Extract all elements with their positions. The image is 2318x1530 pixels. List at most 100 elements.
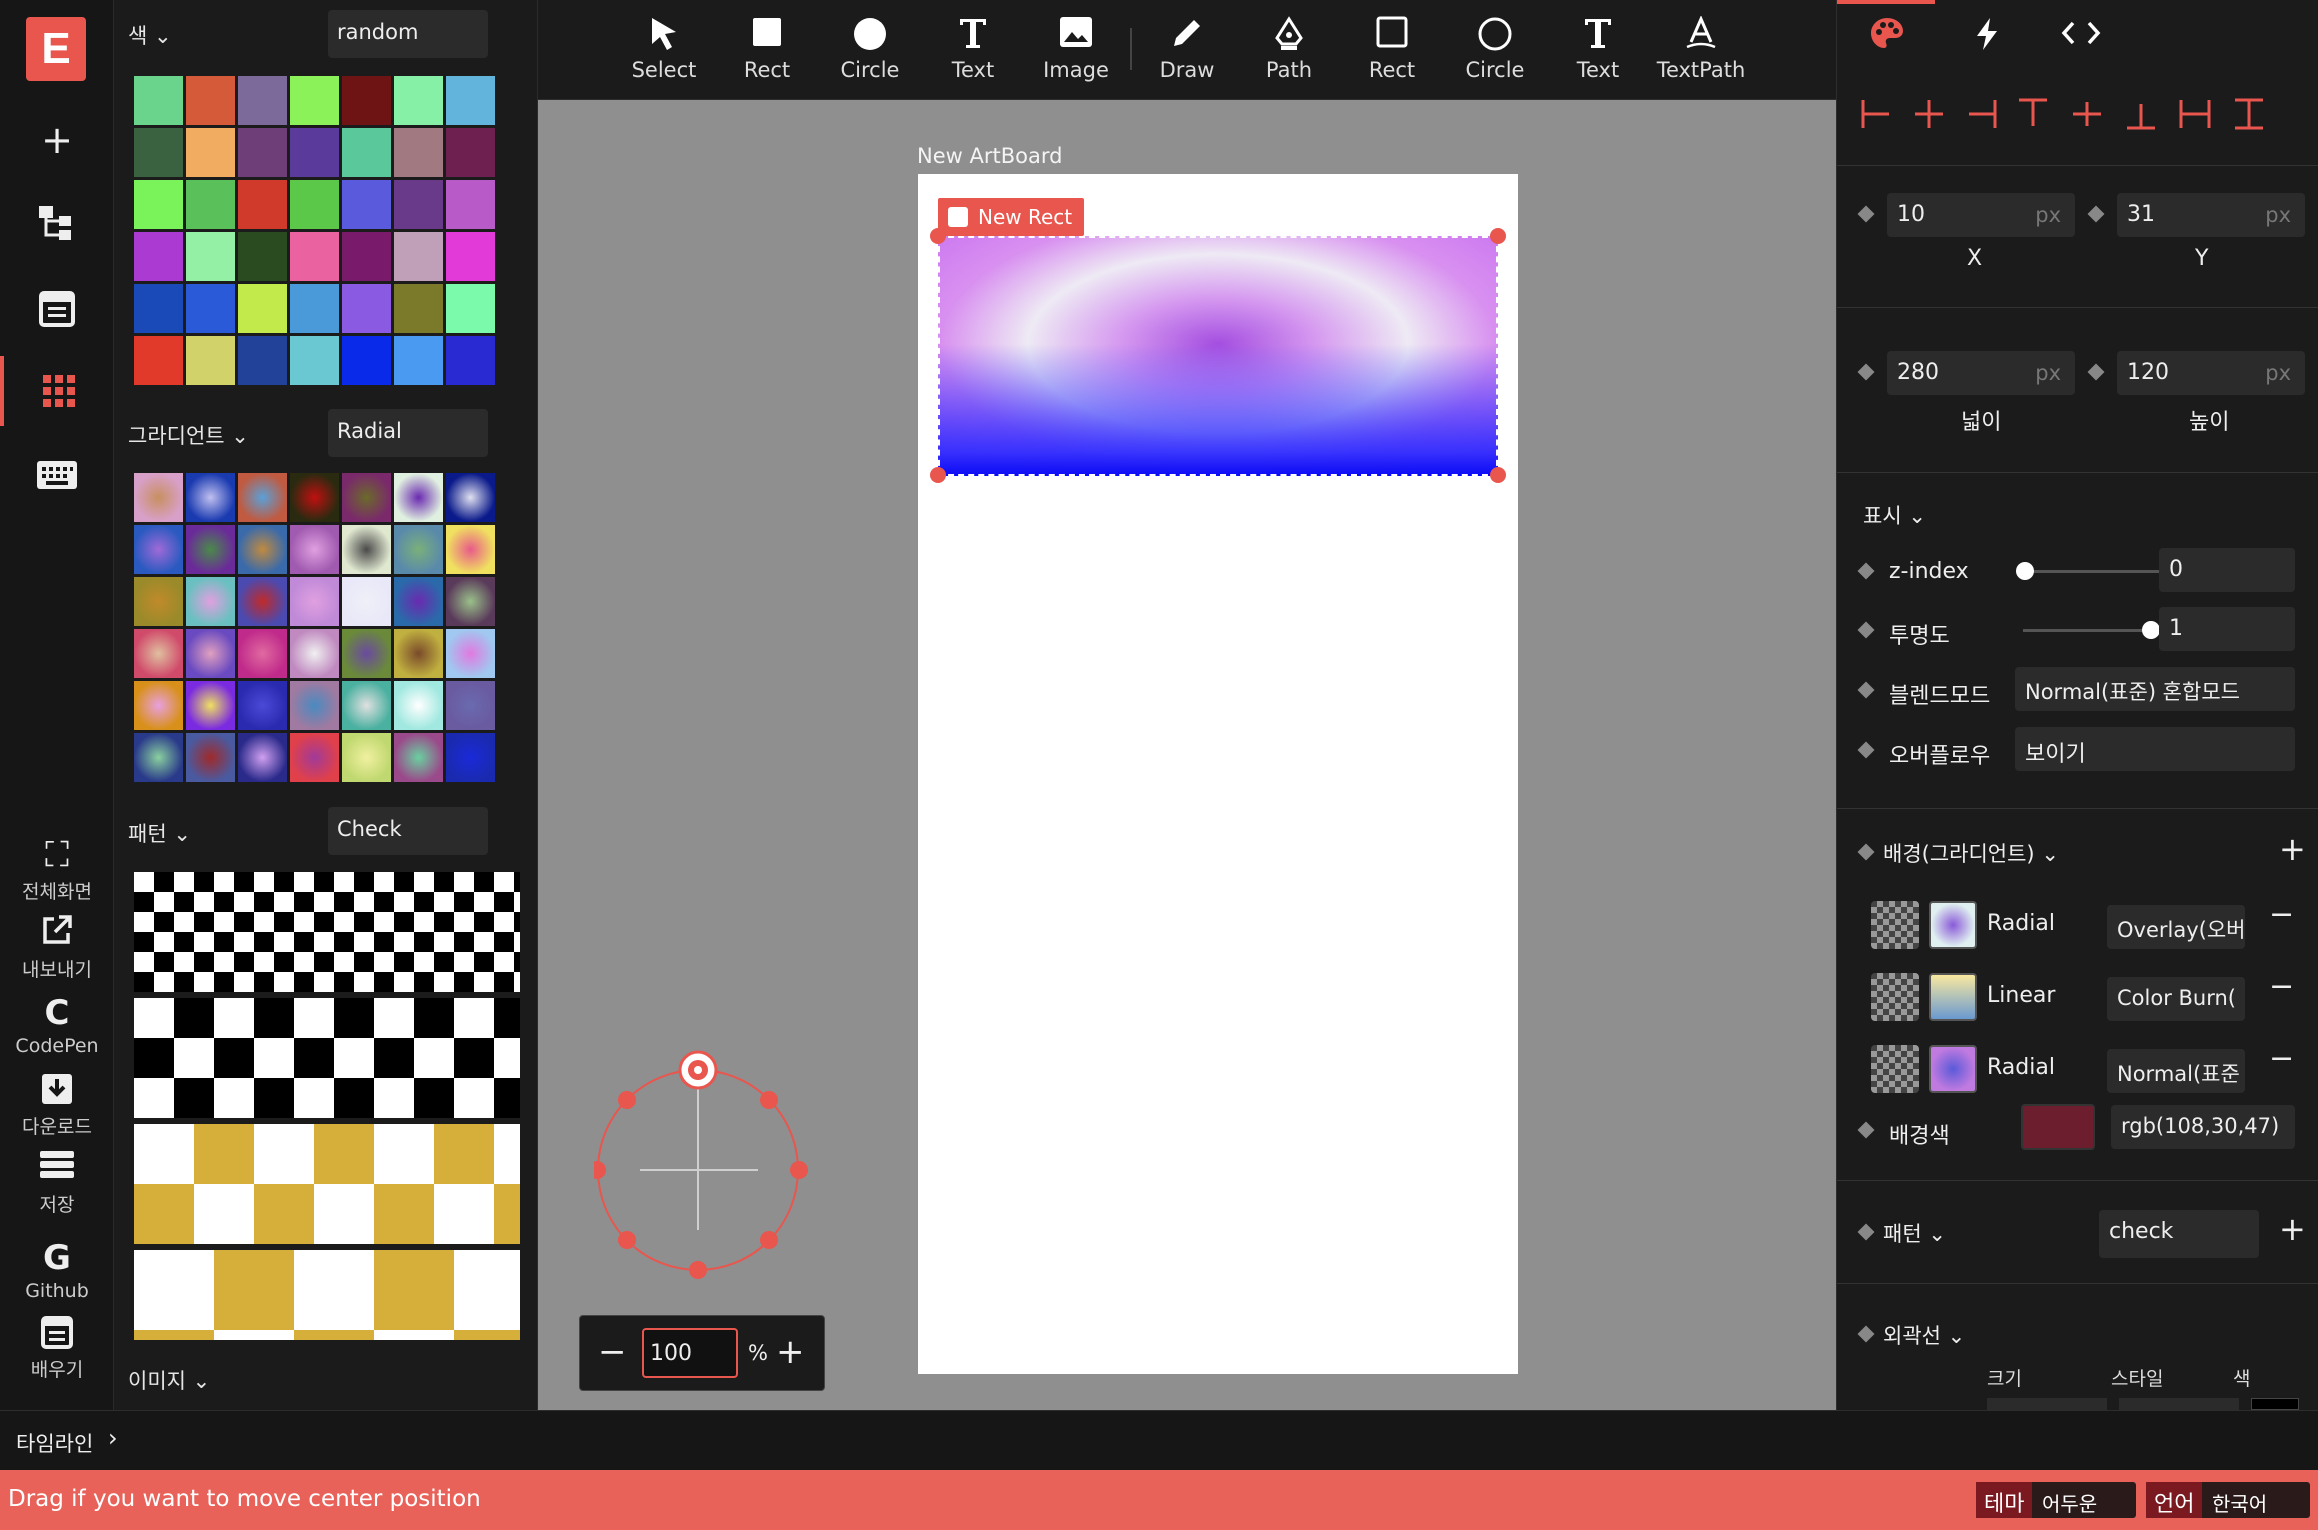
gradient-swatch[interactable] [134,629,183,678]
gradient-swatch[interactable] [446,473,495,522]
artboard-title[interactable]: New ArtBoard [917,144,1062,168]
add-icon[interactable]: + [0,105,114,175]
keyframe-diamond-icon[interactable] [1857,363,1875,381]
color-swatch[interactable] [290,336,339,385]
gradient-swatch[interactable] [342,525,391,574]
color-swatch[interactable] [238,232,287,281]
keyframe-diamond-icon[interactable] [1857,562,1875,580]
y-input[interactable]: 31 px [2117,193,2305,237]
color-swatch[interactable] [342,180,391,229]
selected-element-tag[interactable]: New Rect [938,198,1085,236]
background-color-input[interactable]: rgb(108,30,47) [2111,1105,2295,1149]
gradient-swatch[interactable] [134,473,183,522]
color-swatch[interactable] [238,180,287,229]
color-swatch[interactable] [446,284,495,333]
tool-image[interactable]: Image [1026,16,1126,82]
download-button[interactable]: 다운로드 [0,1070,114,1139]
gradient-swatch[interactable] [134,525,183,574]
gradient-swatch[interactable] [238,577,287,626]
tool-text-path[interactable]: TextPath [1651,15,1751,82]
resize-handle-top-left[interactable] [930,228,946,244]
center-position-control[interactable] [588,1040,814,1280]
keyframe-diamond-icon[interactable] [1857,205,1875,223]
tool-circle-outline[interactable]: Circle [1445,16,1545,82]
grid-library-icon[interactable] [0,356,114,426]
language-selector[interactable]: 언어 한국어 [2146,1482,2310,1518]
border-color-swatch[interactable] [2251,1398,2299,1410]
color-swatch[interactable] [342,284,391,333]
gradient-swatch[interactable] [394,681,443,730]
tool-select[interactable]: Select [614,16,714,82]
color-swatch[interactable] [186,76,235,125]
background-section-header[interactable]: 배경(그라디언트) ⌄ [1883,838,2059,868]
color-swatch[interactable] [186,336,235,385]
gradient-swatch[interactable] [446,681,495,730]
color-swatch[interactable] [134,76,183,125]
gradient-swatch[interactable] [186,525,235,574]
keyframe-diamond-icon[interactable] [2087,205,2105,223]
border-width-input[interactable] [1987,1398,2107,1410]
tool-rect-outline[interactable]: Rect [1342,16,1442,82]
color-swatch[interactable] [290,232,339,281]
layers-tree-icon[interactable] [0,188,114,258]
images-section-header[interactable]: 이미지 ⌄ [128,1365,210,1395]
gradient-swatch[interactable] [342,473,391,522]
color-swatch[interactable] [186,284,235,333]
gradient-swatch[interactable] [394,733,443,782]
resize-handle-top-right[interactable] [1490,228,1506,244]
tool-text[interactable]: Text [923,16,1023,82]
border-style-select[interactable] [2119,1398,2239,1410]
github-button[interactable]: G Github [0,1238,114,1302]
keyboard-icon[interactable] [0,440,114,510]
app-logo[interactable]: E [26,17,86,81]
zoom-out-button[interactable]: − [598,1330,627,1374]
color-swatch[interactable] [290,76,339,125]
background-layer-row[interactable]: Radial Normal(표준 − [1837,1041,2318,1101]
color-swatch[interactable] [394,336,443,385]
color-swatch[interactable] [446,128,495,177]
gradient-swatch[interactable] [342,733,391,782]
gradients-select[interactable]: Radial [328,409,488,457]
color-swatch[interactable] [342,232,391,281]
gradient-swatch[interactable] [342,577,391,626]
gradient-swatch[interactable] [186,473,235,522]
layer-blend-select[interactable]: Overlay(오버 [2107,905,2245,949]
gradient-swatch[interactable] [342,681,391,730]
remove-layer-button[interactable]: − [2269,1041,2294,1076]
gradient-swatch[interactable] [238,473,287,522]
codepen-button[interactable]: C CodePen [0,993,114,1057]
tool-path[interactable]: Path [1239,16,1339,82]
color-swatch[interactable] [342,76,391,125]
remove-layer-button[interactable]: − [2269,969,2294,1004]
background-layer-row[interactable]: Linear Color Burn(− [1837,969,2318,1029]
zindex-slider-track[interactable] [2023,570,2159,573]
color-swatch[interactable] [290,284,339,333]
gradient-swatch[interactable] [134,733,183,782]
add-background-button[interactable]: + [2279,830,2306,868]
colors-section-header[interactable]: 색 ⌄ [128,20,172,50]
artboard[interactable]: New Rect [918,174,1518,1374]
pattern-section-header[interactable]: 패턴 ⌄ [1883,1218,1946,1248]
opacity-slider-track[interactable] [2023,629,2159,632]
layer-gradient-thumb[interactable] [1929,1045,1977,1093]
export-button[interactable]: 내보내기 [0,913,114,982]
color-swatch[interactable] [394,180,443,229]
calendar-icon[interactable] [0,272,114,342]
color-swatch[interactable] [446,232,495,281]
layer-pattern-thumb[interactable] [1871,901,1919,949]
learn-button[interactable]: 배우기 [0,1313,114,1382]
layer-pattern-thumb[interactable] [1871,1045,1919,1093]
gradient-swatch[interactable] [238,629,287,678]
gradient-swatch[interactable] [446,629,495,678]
patterns-select[interactable]: Check [328,807,488,855]
color-swatch[interactable] [342,128,391,177]
selected-rect[interactable] [938,236,1498,476]
resize-handle-bottom-left[interactable] [930,467,946,483]
pattern-select[interactable]: check [2099,1210,2259,1258]
gradient-swatch[interactable] [186,733,235,782]
pattern-check-gold-large[interactable] [134,1250,520,1340]
gradient-swatch[interactable] [238,733,287,782]
color-swatch[interactable] [446,76,495,125]
zoom-in-button[interactable]: + [776,1330,805,1374]
palette-icon[interactable] [1869,16,1905,56]
